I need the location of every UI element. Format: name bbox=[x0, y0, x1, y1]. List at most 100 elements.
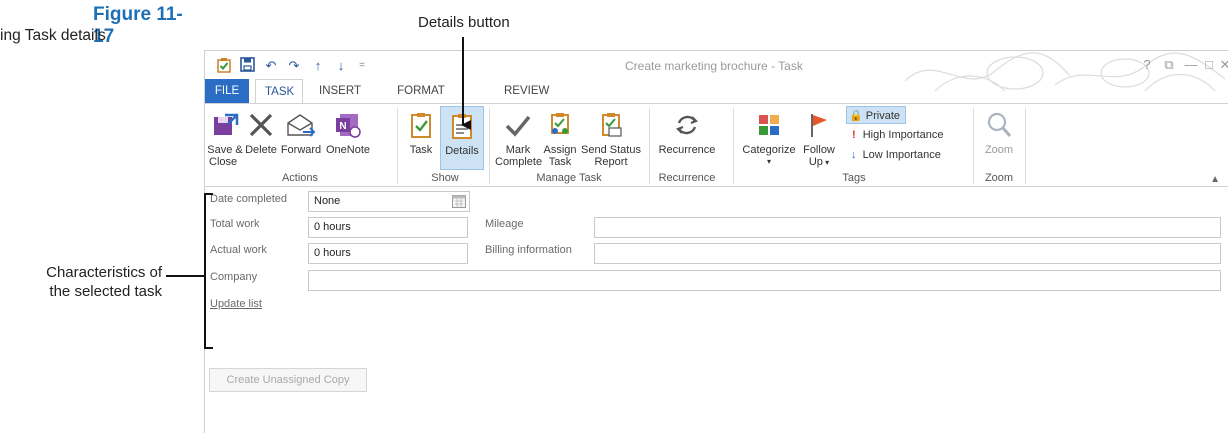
svg-text:N: N bbox=[339, 121, 346, 132]
categorize-button[interactable]: Categorize ▾ bbox=[739, 106, 799, 170]
private-button[interactable]: 🔒 Private bbox=[846, 106, 906, 124]
redo-icon[interactable]: ↷ bbox=[285, 57, 303, 75]
follow-up-label-2: Up ▾ bbox=[801, 156, 837, 169]
high-importance-icon: ! bbox=[852, 129, 856, 141]
tab-file[interactable]: FILE bbox=[205, 79, 249, 103]
follow-up-label-2-text: Up bbox=[808, 156, 823, 168]
forward-label: Forward bbox=[280, 144, 322, 156]
follow-up-button[interactable]: Follow Up ▾ bbox=[801, 106, 837, 170]
close-icon[interactable]: ✕ bbox=[1217, 56, 1228, 74]
ribbon-tabs: FILE TASK INSERT FORMAT TEXT REVIEW bbox=[205, 79, 1228, 121]
send-status-report-button[interactable]: Send Status Report bbox=[580, 106, 642, 170]
group-separator bbox=[1025, 108, 1026, 184]
tab-task[interactable]: TASK bbox=[255, 79, 303, 104]
forward-icon bbox=[279, 106, 323, 144]
company-label: Company bbox=[210, 271, 258, 283]
create-unassigned-copy-button[interactable]: Create Unassigned Copy bbox=[209, 368, 367, 392]
save-close-label-2: Close bbox=[209, 156, 238, 168]
categorize-label: Categorize bbox=[742, 144, 796, 156]
send-status-report-label-2: Report bbox=[594, 156, 628, 168]
maximize-icon[interactable]: □ bbox=[1201, 56, 1217, 74]
assign-task-icon bbox=[542, 106, 578, 144]
mark-complete-button[interactable]: Mark Complete bbox=[495, 106, 543, 170]
low-importance-button[interactable]: ↓ Low Importance bbox=[846, 146, 941, 164]
mileage-label: Mileage bbox=[485, 218, 524, 230]
checkmark-icon bbox=[495, 106, 541, 144]
group-separator bbox=[649, 108, 650, 184]
window-title: Create marketing brochure - Task bbox=[625, 59, 803, 73]
recurrence-button[interactable]: Recurrence bbox=[655, 106, 719, 170]
save-close-button[interactable]: Save & Close bbox=[207, 106, 243, 170]
categorize-dropdown-icon: ▾ bbox=[766, 157, 771, 166]
save-icon[interactable] bbox=[238, 57, 256, 75]
total-work-label: Total work bbox=[210, 218, 260, 230]
group-label-zoom: Zoom bbox=[984, 172, 1014, 184]
private-lock-icon: 🔒 bbox=[849, 110, 863, 122]
total-work-field[interactable]: 0 hours bbox=[308, 217, 468, 238]
high-importance-label: High Importance bbox=[862, 129, 944, 141]
figure-title: Figure 11-17 bbox=[93, 4, 183, 47]
group-separator bbox=[397, 108, 398, 184]
mark-complete-label-1: Mark bbox=[505, 144, 531, 156]
zoom-button[interactable]: Zoom bbox=[979, 106, 1019, 170]
tab-insert[interactable]: INSERT bbox=[309, 79, 371, 103]
customize-toolbar-icon[interactable]: = bbox=[353, 57, 371, 75]
help-icon[interactable]: ? bbox=[1139, 56, 1155, 74]
details-button-callout: Details button bbox=[418, 14, 510, 31]
group-label-show: Show bbox=[431, 172, 459, 184]
onenote-button[interactable]: N OneNote bbox=[323, 106, 373, 170]
tab-review[interactable]: REVIEW bbox=[495, 79, 555, 103]
delete-label: Delete bbox=[245, 144, 277, 156]
group-label-recurrence: Recurrence bbox=[658, 172, 716, 184]
minimize-icon[interactable]: — bbox=[1183, 56, 1199, 74]
details-clipboard-icon bbox=[441, 107, 483, 145]
ribbon-display-options-icon[interactable]: ⧉ bbox=[1161, 56, 1177, 74]
date-completed-field[interactable]: None bbox=[308, 191, 470, 212]
recurrence-icon bbox=[655, 106, 719, 144]
magnifier-icon bbox=[979, 106, 1019, 144]
date-completed-value: None bbox=[314, 195, 341, 207]
company-field[interactable] bbox=[308, 270, 1221, 291]
task-view-button[interactable]: Task bbox=[405, 106, 437, 170]
tab-format-text[interactable]: FORMAT TEXT bbox=[375, 79, 467, 121]
recurrence-label: Recurrence bbox=[658, 144, 716, 156]
delete-button[interactable]: Delete bbox=[243, 106, 279, 170]
mileage-field[interactable] bbox=[594, 217, 1221, 238]
actual-work-field[interactable]: 0 hours bbox=[308, 243, 468, 264]
task-window: ↶ ↷ ↑ ↓ = Create marketing brochure - Ta… bbox=[204, 50, 1228, 433]
figure-caption: ing Task details bbox=[0, 27, 106, 44]
task-view-label: Task bbox=[409, 144, 433, 156]
task-clipboard-icon bbox=[405, 106, 437, 144]
categorize-icon bbox=[739, 106, 799, 144]
mark-complete-label-2: Complete bbox=[495, 156, 543, 168]
send-status-report-label-1: Send Status bbox=[581, 144, 641, 156]
follow-up-label-1: Follow bbox=[803, 144, 835, 156]
private-label: Private bbox=[865, 110, 901, 122]
group-separator bbox=[733, 108, 734, 184]
calendar-icon[interactable] bbox=[452, 195, 466, 208]
billing-information-field[interactable] bbox=[594, 243, 1221, 264]
low-importance-icon: ↓ bbox=[851, 149, 857, 161]
onenote-label: OneNote bbox=[325, 144, 371, 156]
update-list-link[interactable]: Update list bbox=[210, 298, 262, 310]
details-label: Details bbox=[445, 145, 479, 157]
forward-button[interactable]: Forward bbox=[279, 106, 323, 170]
high-importance-button[interactable]: ! High Importance bbox=[846, 126, 943, 144]
status-report-icon bbox=[580, 106, 642, 144]
actual-work-label: Actual work bbox=[210, 244, 267, 256]
save-close-icon bbox=[207, 106, 243, 144]
billing-information-label: Billing information bbox=[485, 244, 572, 256]
flag-icon bbox=[801, 106, 837, 144]
details-button[interactable]: Details bbox=[440, 106, 484, 170]
undo-icon[interactable]: ↶ bbox=[262, 57, 280, 75]
collapse-ribbon-icon[interactable]: ▲ bbox=[1210, 174, 1220, 185]
next-item-icon[interactable]: ↓ bbox=[332, 57, 350, 75]
group-separator bbox=[489, 108, 490, 184]
assign-task-label-2: Task bbox=[548, 156, 572, 168]
characteristics-callout: Characteristics of the selected task bbox=[10, 263, 162, 301]
previous-item-icon[interactable]: ↑ bbox=[309, 57, 327, 75]
assign-task-button[interactable]: Assign Task bbox=[542, 106, 578, 170]
ribbon: Save & Close Delete Forward N OneNote Ac… bbox=[205, 103, 1228, 187]
low-importance-label: Low Importance bbox=[862, 149, 941, 161]
task-app-icon[interactable] bbox=[215, 57, 233, 75]
